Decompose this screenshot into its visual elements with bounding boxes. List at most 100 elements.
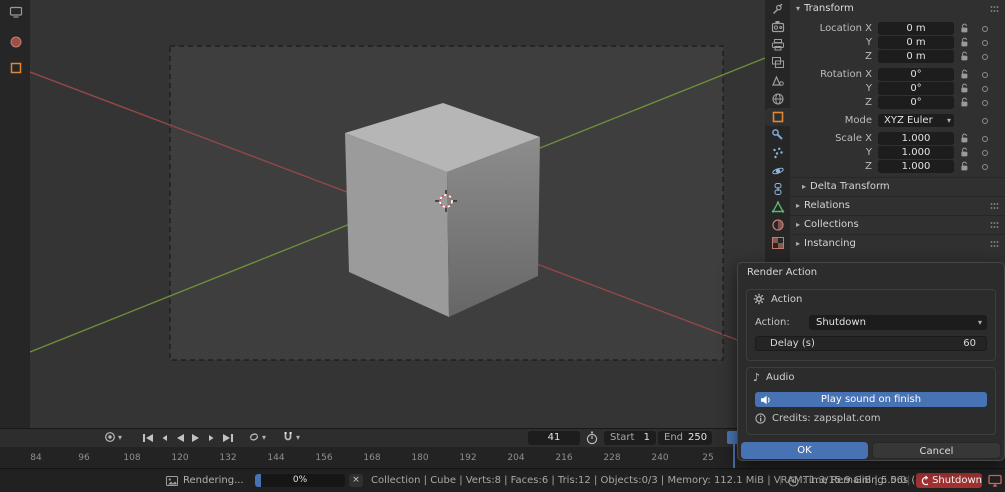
ruler-tick: 204 bbox=[507, 453, 524, 463]
animate-dot[interactable] bbox=[982, 26, 988, 32]
play-sound-toggle[interactable]: Play sound on finish bbox=[755, 392, 987, 407]
scale-z-field[interactable]: 1.000 bbox=[878, 160, 954, 173]
separator: | bbox=[907, 475, 910, 486]
lock-icon[interactable] bbox=[960, 69, 969, 80]
tab-material[interactable] bbox=[765, 216, 790, 234]
auto-keying-dropdown[interactable]: ▾ bbox=[104, 431, 122, 443]
progress-percent: 0% bbox=[255, 474, 345, 487]
frame-end-field[interactable]: End 250 bbox=[658, 431, 712, 445]
panel-closed-icon: ▸ bbox=[796, 220, 800, 229]
panel-delta-transform[interactable]: ▸ Delta Transform bbox=[790, 177, 1005, 195]
tab-constraints[interactable] bbox=[765, 180, 790, 198]
tab-modifiers[interactable] bbox=[765, 126, 790, 144]
animate-dot[interactable] bbox=[982, 40, 988, 46]
current-frame-field[interactable]: 41 bbox=[528, 431, 580, 445]
prev-keyframe-button[interactable] bbox=[156, 431, 172, 445]
physics-icon bbox=[771, 164, 785, 178]
printer-icon bbox=[771, 38, 785, 52]
sync-dropdown[interactable]: ▾ bbox=[248, 431, 266, 443]
mesh-data-icon bbox=[771, 200, 785, 214]
panel-instancing[interactable]: ▸ Instancing bbox=[790, 234, 1005, 252]
jump-start-button[interactable] bbox=[140, 431, 156, 445]
animate-dot[interactable] bbox=[982, 118, 988, 124]
tab-view-layer[interactable] bbox=[765, 54, 790, 72]
ruler-tick: 25 bbox=[702, 453, 713, 463]
audio-section-header[interactable]: ♪ Audio bbox=[753, 371, 794, 384]
panel-grip-icon[interactable] bbox=[990, 202, 999, 210]
shutdown-monitor-icon[interactable] bbox=[988, 474, 1002, 491]
left-tab-object[interactable] bbox=[8, 60, 24, 76]
scale-x-field[interactable]: 1.000 bbox=[878, 132, 954, 145]
rotation-x-field[interactable]: 0° bbox=[878, 68, 954, 81]
play-reverse-button[interactable] bbox=[172, 431, 188, 445]
end-value: 250 bbox=[688, 431, 707, 445]
field-label: Z bbox=[790, 160, 872, 173]
ruler-tick: 132 bbox=[219, 453, 236, 463]
rotation-mode-dropdown[interactable]: XYZ Euler▾ bbox=[878, 114, 954, 127]
lock-icon[interactable] bbox=[960, 147, 969, 158]
ruler-tick: 180 bbox=[411, 453, 428, 463]
location-x-field[interactable]: 0 m bbox=[878, 22, 954, 35]
scale-y-field[interactable]: 1.000 bbox=[878, 146, 954, 159]
tab-render[interactable] bbox=[765, 18, 790, 36]
animate-dot[interactable] bbox=[982, 54, 988, 60]
tab-texture[interactable] bbox=[765, 234, 790, 252]
panel-grip-icon[interactable] bbox=[990, 240, 999, 248]
snap-dropdown[interactable]: ▾ bbox=[282, 431, 300, 443]
play-button[interactable] bbox=[188, 431, 204, 445]
tab-object-data[interactable] bbox=[765, 198, 790, 216]
chevron-down-icon: ▾ bbox=[296, 433, 300, 442]
delay-label: Delay (s) bbox=[770, 337, 815, 350]
transform-panel-header[interactable]: ▾ Transform bbox=[790, 0, 1005, 17]
frame-start-field[interactable]: Start 1 bbox=[604, 431, 656, 445]
left-tab-display[interactable] bbox=[8, 4, 24, 20]
cancel-render-button[interactable]: × bbox=[349, 474, 363, 487]
animate-dot[interactable] bbox=[982, 100, 988, 106]
tab-tool[interactable] bbox=[765, 0, 790, 18]
lock-icon[interactable] bbox=[960, 23, 969, 34]
animate-dot[interactable] bbox=[982, 72, 988, 78]
delay-slider[interactable]: Delay (s) 60 bbox=[755, 336, 987, 351]
panel-relations[interactable]: ▸ Relations bbox=[790, 196, 1005, 214]
tab-scene[interactable] bbox=[765, 72, 790, 90]
tab-output[interactable] bbox=[765, 36, 790, 54]
3d-viewport[interactable] bbox=[30, 0, 765, 428]
lock-icon[interactable] bbox=[960, 51, 969, 62]
tab-object[interactable] bbox=[765, 108, 790, 126]
chevron-down-icon: ▾ bbox=[118, 433, 122, 442]
dropdown-value: XYZ Euler bbox=[884, 115, 933, 126]
lock-icon[interactable] bbox=[960, 97, 969, 108]
panel-collections[interactable]: ▸ Collections bbox=[790, 215, 1005, 233]
lock-icon[interactable] bbox=[960, 161, 969, 172]
tab-particles[interactable] bbox=[765, 144, 790, 162]
tab-world[interactable] bbox=[765, 90, 790, 108]
jump-end-button[interactable] bbox=[220, 431, 236, 445]
cancel-button[interactable]: Cancel bbox=[872, 442, 1001, 459]
animate-dot[interactable] bbox=[982, 86, 988, 92]
panel-grip-icon[interactable] bbox=[990, 5, 999, 13]
use-preview-range-button[interactable] bbox=[585, 431, 599, 448]
action-section: Action Action: Shutdown ▾ Delay (s) 60 bbox=[746, 289, 996, 361]
rotation-z-field[interactable]: 0° bbox=[878, 96, 954, 109]
location-y-field[interactable]: 0 m bbox=[878, 36, 954, 49]
ruler-tick: 168 bbox=[363, 453, 380, 463]
location-z-field[interactable]: 0 m bbox=[878, 50, 954, 63]
shutdown-badge[interactable]: Shutdown bbox=[916, 473, 982, 488]
lock-icon[interactable] bbox=[960, 133, 969, 144]
action-section-header[interactable]: Action bbox=[753, 293, 802, 305]
sync-icon bbox=[248, 431, 260, 443]
lock-icon[interactable] bbox=[960, 37, 969, 48]
lock-icon[interactable] bbox=[960, 83, 969, 94]
left-tab-material[interactable] bbox=[8, 34, 24, 50]
animate-dot[interactable] bbox=[982, 136, 988, 142]
separator: | bbox=[779, 475, 782, 486]
panel-grip-icon[interactable] bbox=[990, 221, 999, 229]
ok-button[interactable]: OK bbox=[741, 442, 868, 459]
rotation-y-field[interactable]: 0° bbox=[878, 82, 954, 95]
animate-dot[interactable] bbox=[982, 150, 988, 156]
end-label: End bbox=[664, 431, 683, 445]
tab-physics[interactable] bbox=[765, 162, 790, 180]
next-keyframe-button[interactable] bbox=[204, 431, 220, 445]
action-select[interactable]: Shutdown ▾ bbox=[809, 315, 987, 330]
animate-dot[interactable] bbox=[982, 164, 988, 170]
